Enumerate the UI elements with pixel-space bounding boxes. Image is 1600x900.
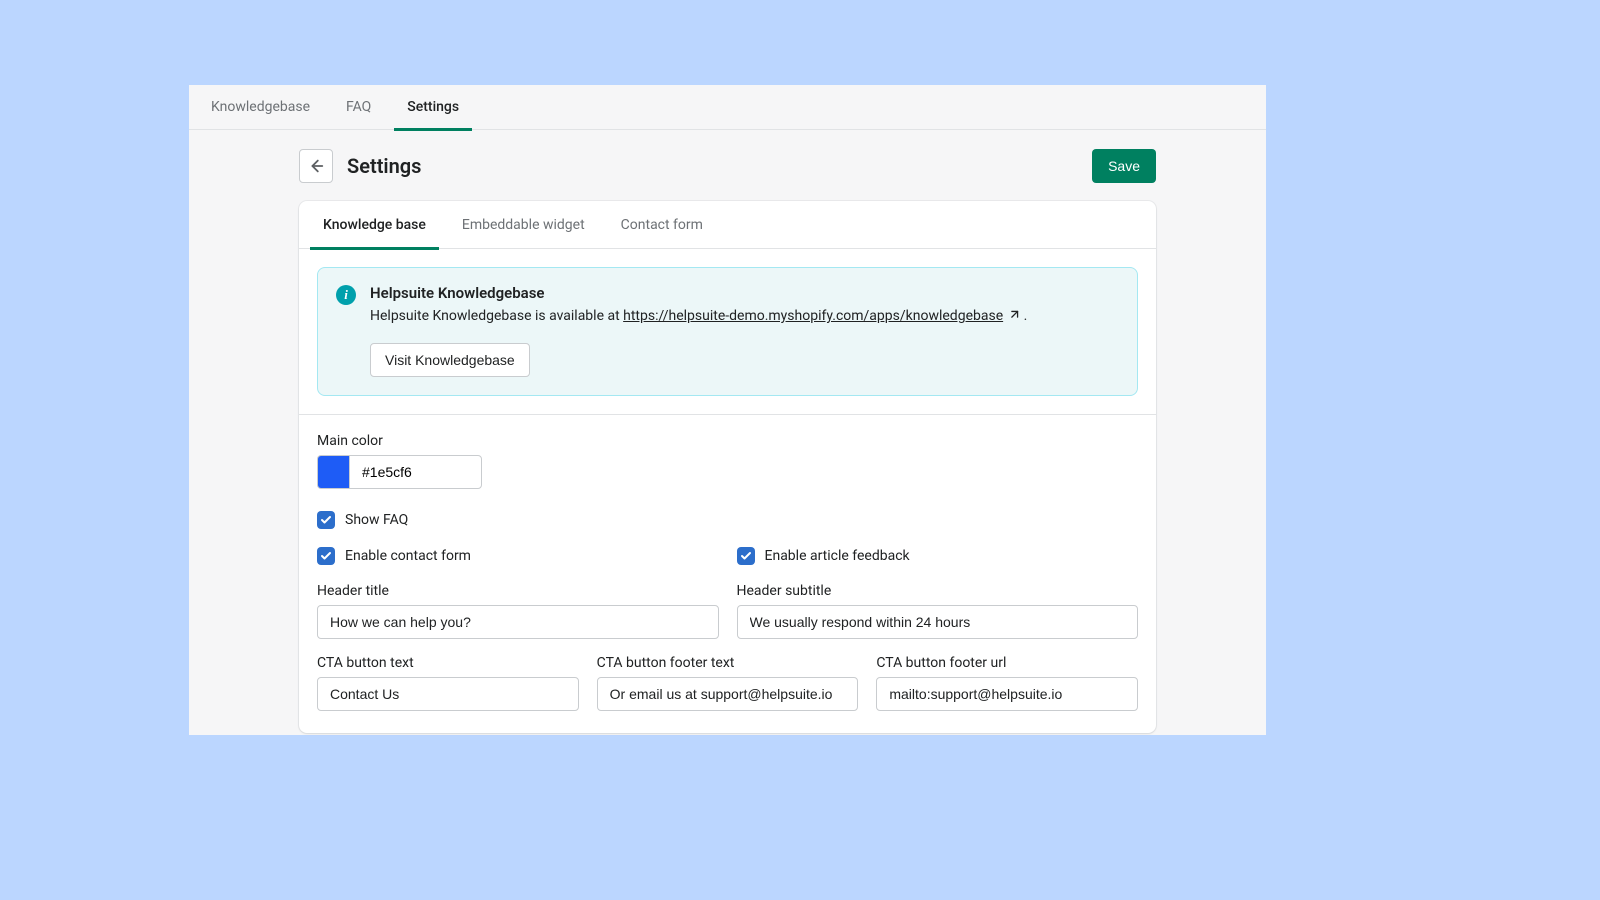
external-link-icon [1007,308,1020,329]
topnav-faq[interactable]: FAQ [346,85,371,130]
show-faq-checkbox[interactable] [317,511,335,529]
banner-text-suffix: . [1020,308,1027,324]
main-color-input[interactable] [349,455,482,489]
banner-body: Helpsuite Knowledgebase Helpsuite Knowle… [370,284,1119,377]
topnav-settings[interactable]: Settings [407,85,459,130]
header-subtitle-field: Header subtitle [737,583,1139,639]
cta-footer-text-field: CTA button footer text [597,655,859,711]
tab-embeddable-widget[interactable]: Embeddable widget [462,201,585,249]
header-fields-row: Header title Header subtitle [317,583,1138,639]
app-window: Knowledgebase FAQ Settings Settings Save… [189,85,1266,735]
cta-fields-row: CTA button text CTA button footer text C… [317,655,1138,711]
back-button[interactable] [299,149,333,183]
tab-knowledge-base[interactable]: Knowledge base [323,201,426,249]
top-nav: Knowledgebase FAQ Settings [189,85,1266,130]
show-faq-label: Show FAQ [345,512,408,528]
tab-contact-form[interactable]: Contact form [621,201,703,249]
main-color-field [317,455,1138,489]
banner-text: Helpsuite Knowledgebase is available at … [370,306,1119,329]
page-header: Settings Save [299,130,1156,183]
info-icon: i [336,285,356,305]
page-title: Settings [347,154,421,178]
header-subtitle-label: Header subtitle [737,583,1139,599]
enable-contact-row: Enable contact form [317,547,719,565]
info-banner: i Helpsuite Knowledgebase Helpsuite Know… [317,267,1138,396]
enable-feedback-row: Enable article feedback [737,547,1139,565]
cta-text-label: CTA button text [317,655,579,671]
header-title-label: Header title [317,583,719,599]
banner-title: Helpsuite Knowledgebase [370,284,1119,302]
banner-link[interactable]: https://helpsuite-demo.myshopify.com/app… [623,308,1003,324]
cta-footer-text-input[interactable] [597,677,859,711]
save-button[interactable]: Save [1092,149,1156,183]
enable-feedback-checkbox[interactable] [737,547,755,565]
header-subtitle-input[interactable] [737,605,1139,639]
visit-knowledgebase-button[interactable]: Visit Knowledgebase [370,343,530,377]
settings-tabs: Knowledge base Embeddable widget Contact… [299,201,1156,249]
form-body: Main color Show FAQ Enable contact form [299,415,1156,733]
banner-section: i Helpsuite Knowledgebase Helpsuite Know… [299,249,1156,415]
cta-footer-text-label: CTA button footer text [597,655,859,671]
main-color-label: Main color [317,433,1138,449]
arrow-left-icon [307,157,325,175]
show-faq-row: Show FAQ [317,511,1138,529]
cta-text-input[interactable] [317,677,579,711]
banner-text-prefix: Helpsuite Knowledgebase is available at [370,308,623,324]
enable-contact-label: Enable contact form [345,548,471,564]
cta-footer-url-input[interactable] [876,677,1138,711]
page-header-left: Settings [299,149,421,183]
cta-text-field: CTA button text [317,655,579,711]
cta-footer-url-field: CTA button footer url [876,655,1138,711]
cta-footer-url-label: CTA button footer url [876,655,1138,671]
header-title-field: Header title [317,583,719,639]
enable-contact-checkbox[interactable] [317,547,335,565]
topnav-knowledgebase[interactable]: Knowledgebase [211,85,310,130]
enable-feedback-label: Enable article feedback [765,548,910,564]
header-title-input[interactable] [317,605,719,639]
settings-card: Knowledge base Embeddable widget Contact… [299,201,1156,733]
color-swatch[interactable] [317,455,349,489]
checkbox-row-2: Enable contact form Enable article feedb… [317,547,1138,565]
